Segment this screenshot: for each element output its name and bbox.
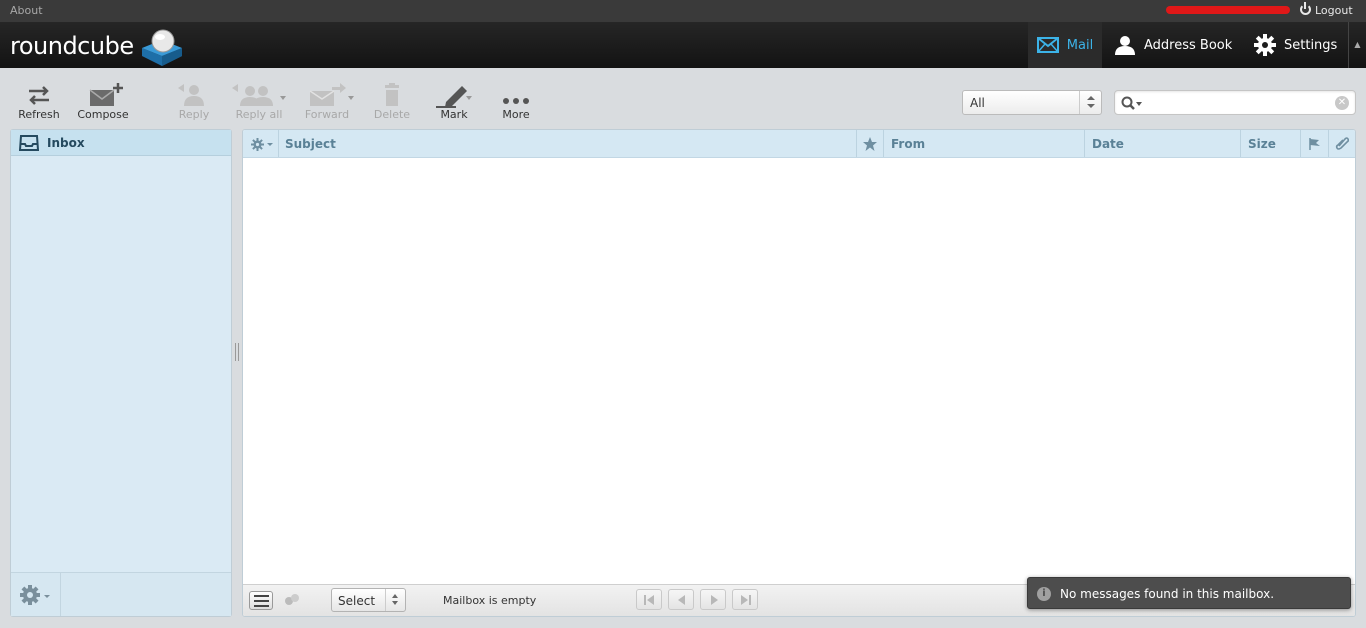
nav-mail[interactable]: Mail: [1028, 22, 1102, 68]
logout-link[interactable]: Logout: [1300, 2, 1353, 17]
list-options-menu-button[interactable]: [249, 591, 273, 610]
marker-icon: [436, 86, 467, 108]
column-flagged[interactable]: [857, 130, 884, 157]
nav-settings[interactable]: Settings: [1254, 22, 1350, 68]
reply-label: Reply: [178, 108, 210, 121]
notification-text: No messages found in this mailbox.: [1060, 587, 1275, 601]
paperclip-icon: [1335, 137, 1349, 150]
next-page-button[interactable]: [700, 589, 726, 610]
mark-label: Mark: [440, 108, 468, 121]
person-icon: [1115, 36, 1135, 55]
message-list-header: Subject From Date Size: [243, 130, 1355, 158]
inbox-icon: [19, 135, 39, 151]
gear-icon: [1254, 34, 1276, 56]
reply-icon: [178, 84, 204, 106]
refresh-button[interactable]: Refresh: [14, 82, 64, 122]
list-options-button[interactable]: [243, 130, 279, 157]
info-icon: i: [1037, 587, 1051, 601]
compose-label: Compose: [77, 108, 129, 121]
last-page-icon: [741, 595, 751, 605]
nav-address-book[interactable]: Address Book: [1114, 22, 1240, 68]
compose-button[interactable]: Compose: [74, 82, 132, 122]
forward-button[interactable]: Forward: [302, 82, 354, 122]
mark-button[interactable]: Mark: [432, 82, 476, 122]
previous-page-icon: [678, 595, 685, 605]
filter-select[interactable]: All: [962, 90, 1102, 115]
username-redacted: [1166, 6, 1290, 14]
forward-icon: [309, 83, 346, 106]
folder-footer: [11, 572, 231, 616]
column-attachment[interactable]: [1329, 130, 1355, 157]
power-icon: [1300, 2, 1311, 15]
nav-address-book-label: Address Book: [1144, 37, 1233, 53]
filter-selected-value: All: [970, 96, 985, 110]
column-from[interactable]: From: [884, 130, 1085, 157]
threads-icon[interactable]: [283, 593, 301, 607]
clear-search-icon[interactable]: ✕: [1335, 96, 1349, 110]
collapse-header-button[interactable]: ▲: [1348, 22, 1366, 68]
logo-text: roundcube: [10, 32, 134, 60]
reply-button[interactable]: Reply: [172, 82, 216, 122]
trash-icon: [385, 83, 399, 106]
nav-mail-label: Mail: [1066, 37, 1094, 53]
compose-icon: [89, 83, 123, 106]
folder-list: Inbox: [10, 129, 232, 617]
notification-message[interactable]: i No messages found in this mailbox.: [1027, 577, 1351, 609]
more-icon: [503, 98, 529, 104]
select-arrows-icon: [1079, 91, 1101, 114]
envelope-icon: [1036, 37, 1059, 53]
column-flag[interactable]: [1301, 130, 1329, 157]
list-icon: [254, 595, 269, 607]
forward-label: Forward: [304, 108, 350, 121]
column-subject[interactable]: Subject: [279, 130, 857, 157]
next-page-icon: [711, 595, 718, 605]
logout-label: Logout: [1315, 4, 1353, 17]
search-input[interactable]: [1145, 94, 1325, 111]
about-link[interactable]: About: [10, 4, 43, 17]
top-bar: About Logout: [0, 0, 1366, 22]
reply-all-button[interactable]: Reply all: [230, 82, 288, 122]
select-arrows-icon: [385, 589, 405, 611]
delete-button[interactable]: Delete: [370, 82, 414, 122]
delete-label: Delete: [373, 108, 411, 121]
reply-all-label: Reply all: [235, 108, 283, 121]
search-icon[interactable]: [1121, 96, 1143, 110]
chevron-down-icon: [466, 96, 472, 100]
app-header: roundcube Mail Address Book Settings ▲: [0, 22, 1366, 68]
column-date[interactable]: Date: [1085, 130, 1241, 157]
chevron-down-icon: [348, 96, 354, 100]
refresh-label: Refresh: [18, 108, 60, 121]
reply-all-icon: [232, 84, 273, 106]
refresh-icon: [29, 86, 49, 105]
first-page-icon: [644, 595, 654, 605]
previous-page-button[interactable]: [668, 589, 694, 610]
message-list: Subject From Date Size Select Mailbox is…: [242, 129, 1356, 617]
folder-options-gear-icon[interactable]: [19, 584, 55, 606]
nav-settings-label: Settings: [1284, 37, 1338, 53]
logo-cube-icon: [142, 29, 182, 66]
more-label: More: [502, 108, 530, 121]
message-count: Mailbox is empty: [443, 594, 537, 607]
select-label: Select: [338, 594, 376, 608]
chevron-down-icon: [280, 96, 286, 100]
column-size[interactable]: Size: [1241, 130, 1301, 157]
star-icon: [863, 137, 877, 151]
pane-splitter-handle[interactable]: [235, 343, 239, 361]
last-page-button[interactable]: [732, 589, 758, 610]
flag-icon: [1309, 138, 1320, 150]
first-page-button[interactable]: [636, 589, 662, 610]
more-button[interactable]: More: [494, 82, 538, 122]
folder-inbox[interactable]: Inbox: [11, 130, 231, 156]
divider: [60, 573, 61, 616]
folder-inbox-label: Inbox: [47, 136, 85, 150]
search-box: ✕: [1114, 90, 1356, 115]
select-menu-button[interactable]: Select: [331, 588, 406, 612]
gear-icon: [251, 138, 273, 151]
